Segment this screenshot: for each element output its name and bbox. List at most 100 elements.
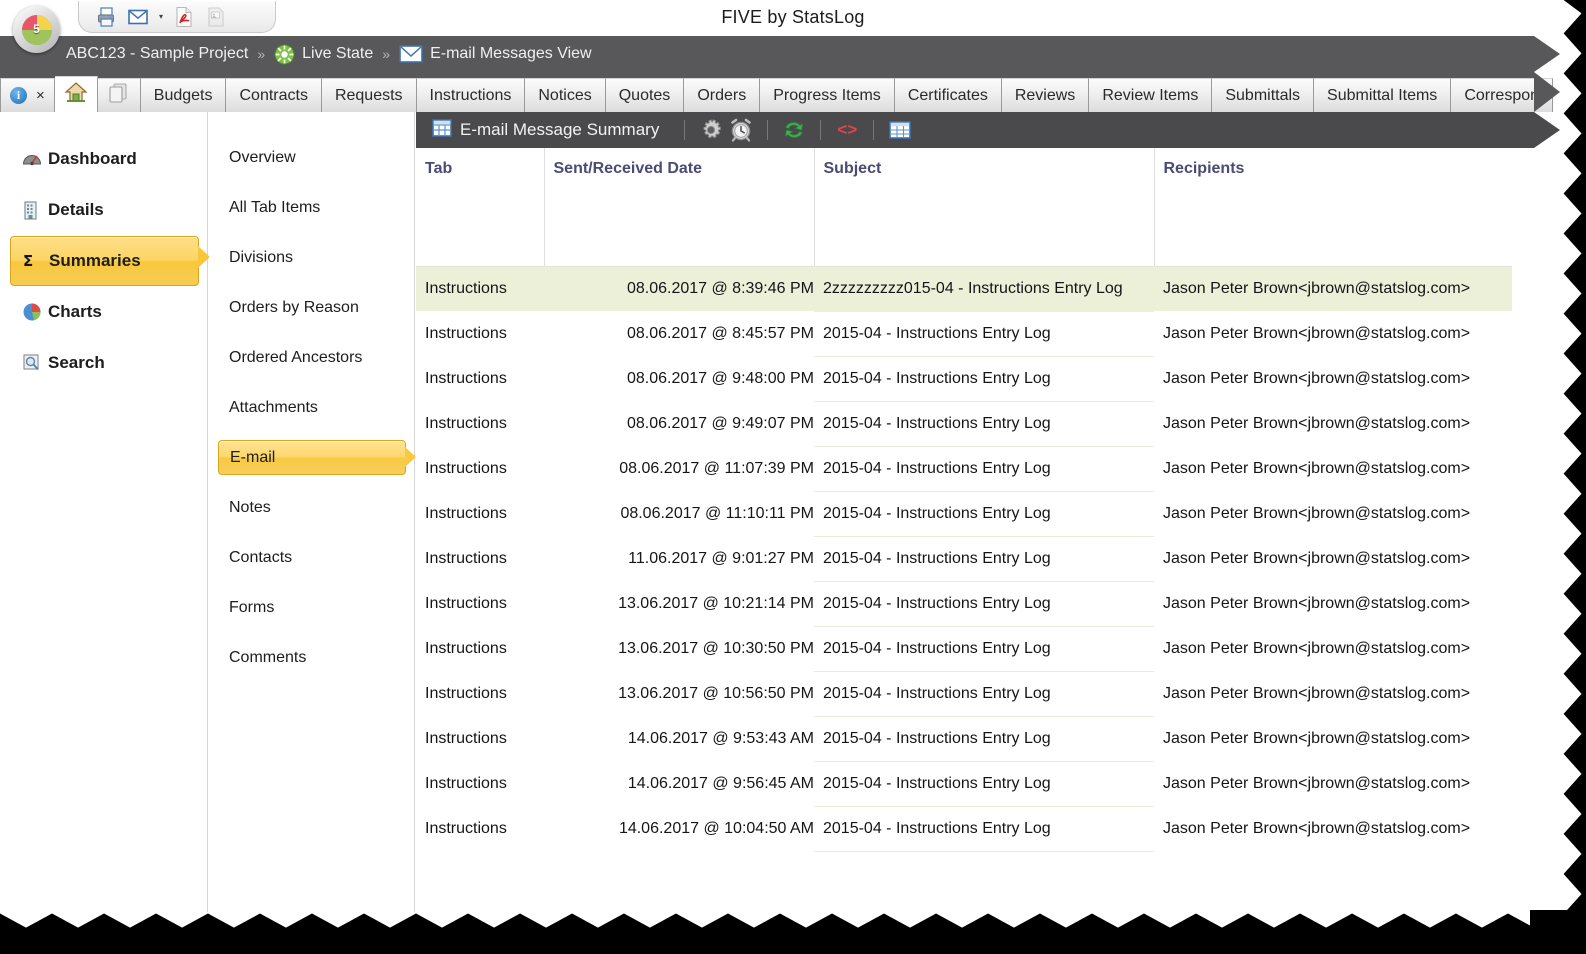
table-row[interactable]: Instructions 08.06.2017 @ 11:07:39 PM 2015… bbox=[416, 446, 1512, 492]
cell-subject: 2015-04 - Instructions Entry Log bbox=[814, 716, 1154, 762]
app-logo-button[interactable]: 5 bbox=[13, 6, 60, 53]
tab-requests[interactable]: Requests bbox=[321, 78, 417, 112]
cell-date: 08.06.2017 @ 11:07:39 PM bbox=[619, 459, 814, 477]
email-icon[interactable] bbox=[123, 4, 153, 30]
subnav-item-ordered-ancestors[interactable]: Ordered Ancestors bbox=[218, 340, 406, 375]
document-icon[interactable] bbox=[201, 4, 231, 30]
sidebar-item-dashboard[interactable]: Dashboard bbox=[10, 134, 199, 184]
sidebar-item-search[interactable]: Search bbox=[10, 338, 199, 388]
column-header-date[interactable]: Sent/Received Date bbox=[544, 148, 815, 267]
sidebar-item-summaries[interactable]: Σ Summaries bbox=[10, 236, 210, 286]
table-view-icon[interactable] bbox=[885, 116, 915, 144]
info-icon: i bbox=[10, 87, 27, 104]
subnav-item-comments[interactable]: Comments bbox=[218, 640, 406, 675]
sidebar-item-label: Charts bbox=[48, 302, 102, 321]
breadcrumb-state[interactable]: Live State bbox=[302, 45, 373, 63]
sidebar-item-label: Summaries bbox=[49, 251, 141, 270]
building-icon bbox=[22, 200, 48, 220]
subnav-item-contacts[interactable]: Contacts bbox=[218, 540, 406, 575]
email-dropdown-caret[interactable]: ▾ bbox=[155, 4, 167, 30]
cell-recipients: Jason Peter Brown<jbrown@statslog.com> bbox=[1163, 504, 1471, 522]
tab-info[interactable]: i × bbox=[0, 78, 55, 112]
quick-access-toolbar: ▾ bbox=[78, 1, 276, 33]
email-summary-table-container[interactable]: Tab Sent/Received Date Subject Recipient… bbox=[416, 148, 1534, 912]
table-row[interactable]: Instructions 14.06.2017 @ 10:04:50 AM 2015… bbox=[416, 806, 1512, 852]
cell-subject: 2015-04 - Instructions Entry Log bbox=[814, 356, 1154, 402]
tab-certificates[interactable]: Certificates bbox=[894, 78, 1002, 112]
table-row[interactable]: Instructions 14.06.2017 @ 9:56:45 AM 2015-… bbox=[416, 761, 1512, 807]
cell-subject: 2zzzzzzzzz015-04 - Instructions Entry Lo… bbox=[814, 266, 1154, 312]
subnav-item-divisions[interactable]: Divisions bbox=[218, 240, 406, 275]
content-toolbar-title: E-mail Message Summary bbox=[460, 120, 660, 139]
cell-subject: 2015-04 - Instructions Entry Log bbox=[814, 536, 1154, 582]
cell-recipients: Jason Peter Brown<jbrown@statslog.com> bbox=[1163, 774, 1471, 792]
breadcrumb-separator-1: » bbox=[257, 46, 266, 62]
subnav-item-overview[interactable]: Overview bbox=[218, 140, 406, 175]
cell-recipients: Jason Peter Brown<jbrown@statslog.com> bbox=[1163, 639, 1471, 657]
application-window: FIVE by StatsLog ▾ 5 ABC123 - Sample Pro… bbox=[0, 0, 1586, 954]
cell-date: 08.06.2017 @ 9:48:00 PM bbox=[626, 369, 814, 387]
cell-date: 08.06.2017 @ 9:49:07 PM bbox=[626, 414, 814, 432]
cell-date: 08.06.2017 @ 8:45:57 PM bbox=[626, 324, 814, 342]
tab-orders[interactable]: Orders bbox=[684, 78, 761, 112]
column-header-recipients[interactable]: Recipients bbox=[1154, 148, 1512, 267]
tab-copies[interactable] bbox=[97, 78, 141, 112]
column-header-tab[interactable]: Tab bbox=[416, 148, 545, 267]
tab-budgets[interactable]: Budgets bbox=[140, 78, 227, 112]
tab-progress-items[interactable]: Progress Items bbox=[760, 78, 895, 112]
print-icon[interactable] bbox=[91, 4, 121, 30]
pdf-icon[interactable] bbox=[169, 4, 199, 30]
table-row[interactable]: Instructions 13.06.2017 @ 10:21:14 PM 2015… bbox=[416, 581, 1512, 627]
tab-reviews[interactable]: Reviews bbox=[1001, 78, 1090, 112]
table-row[interactable]: Instructions 08.06.2017 @ 8:45:57 PM 2015-… bbox=[416, 311, 1512, 357]
breadcrumb-view[interactable]: E-mail Messages View bbox=[430, 45, 592, 63]
cell-date: 14.06.2017 @ 9:56:45 AM bbox=[627, 774, 814, 792]
cell-tab: Instructions bbox=[416, 266, 544, 311]
subnav-item-notes[interactable]: Notes bbox=[218, 490, 406, 525]
sidebar-item-charts[interactable]: Charts bbox=[10, 287, 199, 337]
column-header-subject[interactable]: Subject bbox=[814, 148, 1155, 267]
tab-review-items[interactable]: Review Items bbox=[1089, 78, 1213, 112]
refresh-icon[interactable] bbox=[779, 116, 809, 144]
table-row[interactable]: Instructions 08.06.2017 @ 9:49:07 PM 2015-… bbox=[416, 401, 1512, 447]
subnav-item-forms[interactable]: Forms bbox=[218, 590, 406, 625]
tab-submittals[interactable]: Submittals bbox=[1212, 78, 1315, 112]
table-row[interactable]: Instructions 08.06.2017 @ 9:48:00 PM 2015-… bbox=[416, 356, 1512, 402]
cell-subject: 2015-04 - Instructions Entry Log bbox=[814, 671, 1154, 717]
table-row[interactable]: Instructions 11.06.2017 @ 9:01:27 PM 2015-… bbox=[416, 536, 1512, 582]
table-row[interactable]: Instructions 08.06.2017 @ 8:39:46 PM 2zzzz… bbox=[416, 266, 1512, 312]
subnav-item-orders-by-reason[interactable]: Orders by Reason bbox=[218, 290, 406, 325]
magnifier-icon bbox=[22, 353, 48, 373]
tab-home[interactable] bbox=[54, 76, 98, 112]
subnav-item-email[interactable]: E-mail bbox=[218, 440, 416, 475]
tab-instructions[interactable]: Instructions bbox=[416, 78, 526, 112]
code-icon[interactable]: <> bbox=[832, 116, 862, 144]
tab-quotes[interactable]: Quotes bbox=[605, 78, 685, 112]
sidebar-item-details[interactable]: Details bbox=[10, 185, 199, 235]
tab-contracts[interactable]: Contracts bbox=[226, 78, 322, 112]
tab-submittal-items[interactable]: Submittal Items bbox=[1314, 78, 1452, 112]
alarm-clock-icon[interactable] bbox=[726, 116, 756, 144]
cell-subject: 2015-04 - Instructions Entry Log bbox=[814, 311, 1154, 357]
table-row[interactable]: Instructions 13.06.2017 @ 10:30:50 PM 2015… bbox=[416, 626, 1512, 672]
cell-subject: 2015-04 - Instructions Entry Log bbox=[814, 446, 1154, 492]
gear-icon[interactable] bbox=[696, 116, 726, 144]
table-row[interactable]: Instructions 14.06.2017 @ 9:53:43 AM 2015-… bbox=[416, 716, 1512, 762]
subnav-item-all-tab-items[interactable]: All Tab Items bbox=[218, 190, 406, 225]
toolbar-divider-4 bbox=[873, 120, 875, 140]
cell-tab: Instructions bbox=[425, 459, 507, 477]
app-logo-icon: 5 bbox=[21, 14, 52, 45]
subnav-item-attachments[interactable]: Attachments bbox=[218, 390, 406, 425]
cell-tab: Instructions bbox=[425, 549, 507, 567]
cell-tab: Instructions bbox=[425, 504, 507, 522]
tab-notices[interactable]: Notices bbox=[525, 78, 606, 112]
app-logo-label: 5 bbox=[33, 21, 40, 36]
cell-subject: 2015-04 - Instructions Entry Log bbox=[814, 491, 1154, 537]
cell-subject: 2015-04 - Instructions Entry Log bbox=[814, 581, 1154, 627]
table-row[interactable]: Instructions 13.06.2017 @ 10:56:50 PM 2015… bbox=[416, 671, 1512, 717]
table-row[interactable]: Instructions 08.06.2017 @ 11:10:11 PM 2015… bbox=[416, 491, 1512, 537]
breadcrumb-project[interactable]: ABC123 - Sample Project bbox=[66, 45, 248, 63]
close-icon[interactable]: × bbox=[36, 87, 45, 104]
live-state-icon bbox=[274, 44, 295, 65]
cell-recipients: Jason Peter Brown<jbrown@statslog.com> bbox=[1163, 549, 1471, 567]
